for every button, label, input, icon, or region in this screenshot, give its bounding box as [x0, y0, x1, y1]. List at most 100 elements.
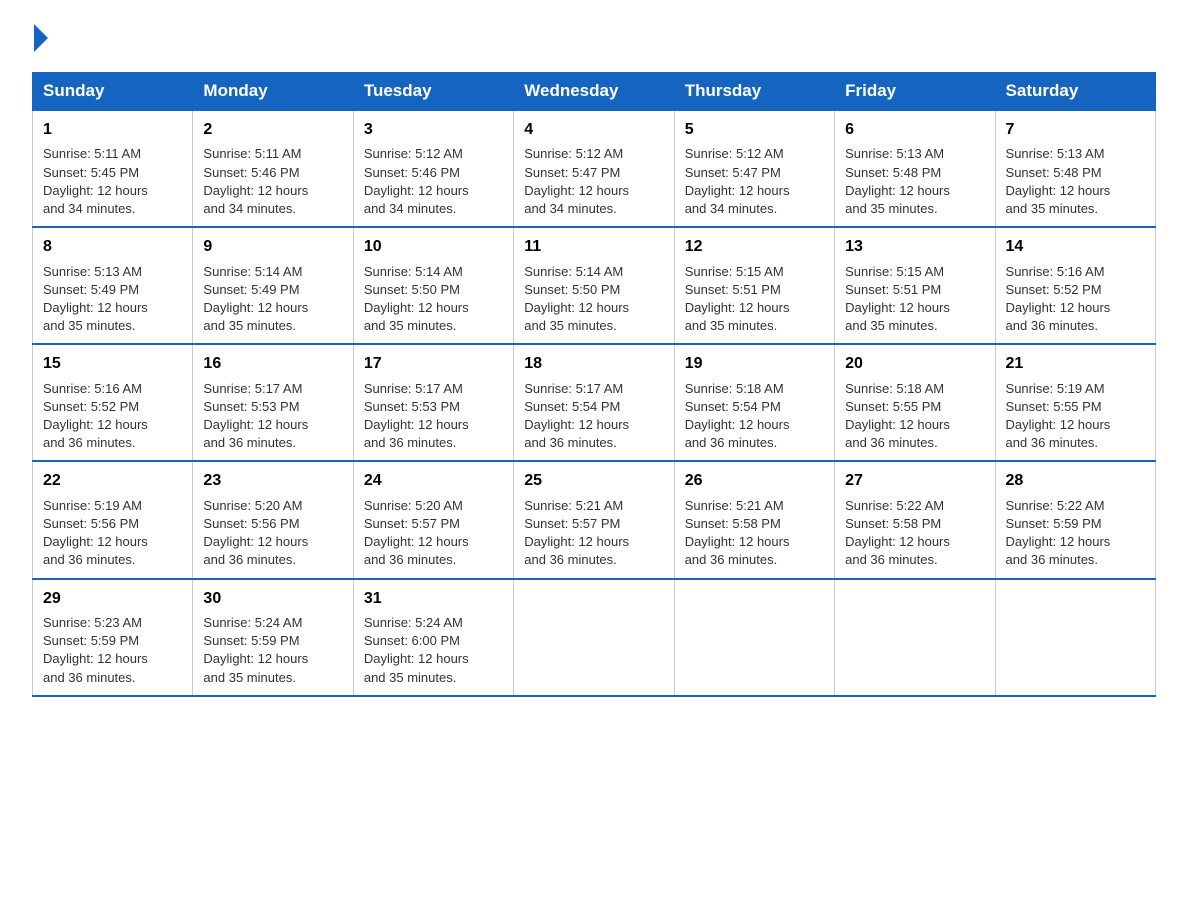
calendar-header-thursday: Thursday — [674, 73, 834, 111]
day-info: Sunrise: 5:17 AMSunset: 5:53 PMDaylight:… — [364, 380, 503, 453]
day-info: Sunrise: 5:13 AMSunset: 5:49 PMDaylight:… — [43, 263, 182, 336]
day-info: Sunrise: 5:16 AMSunset: 5:52 PMDaylight:… — [1006, 263, 1145, 336]
calendar-cell: 15 Sunrise: 5:16 AMSunset: 5:52 PMDaylig… — [33, 344, 193, 461]
day-info: Sunrise: 5:16 AMSunset: 5:52 PMDaylight:… — [43, 380, 182, 453]
day-info: Sunrise: 5:11 AMSunset: 5:45 PMDaylight:… — [43, 145, 182, 218]
day-info: Sunrise: 5:18 AMSunset: 5:55 PMDaylight:… — [845, 380, 984, 453]
day-number: 16 — [203, 353, 342, 375]
calendar-cell: 26 Sunrise: 5:21 AMSunset: 5:58 PMDaylig… — [674, 461, 834, 578]
logo-arrow-icon — [34, 24, 48, 52]
day-info: Sunrise: 5:14 AMSunset: 5:50 PMDaylight:… — [524, 263, 663, 336]
day-info: Sunrise: 5:17 AMSunset: 5:53 PMDaylight:… — [203, 380, 342, 453]
page-header — [32, 24, 1156, 52]
day-info: Sunrise: 5:14 AMSunset: 5:50 PMDaylight:… — [364, 263, 503, 336]
day-number: 31 — [364, 588, 503, 610]
calendar-cell: 22 Sunrise: 5:19 AMSunset: 5:56 PMDaylig… — [33, 461, 193, 578]
day-info: Sunrise: 5:19 AMSunset: 5:56 PMDaylight:… — [43, 497, 182, 570]
day-number: 19 — [685, 353, 824, 375]
calendar-cell: 10 Sunrise: 5:14 AMSunset: 5:50 PMDaylig… — [353, 227, 513, 344]
calendar-cell: 16 Sunrise: 5:17 AMSunset: 5:53 PMDaylig… — [193, 344, 353, 461]
day-number: 29 — [43, 588, 182, 610]
day-number: 17 — [364, 353, 503, 375]
day-number: 8 — [43, 236, 182, 258]
day-number: 15 — [43, 353, 182, 375]
calendar-header-saturday: Saturday — [995, 73, 1155, 111]
calendar-cell: 29 Sunrise: 5:23 AMSunset: 5:59 PMDaylig… — [33, 579, 193, 696]
day-number: 12 — [685, 236, 824, 258]
calendar-header-sunday: Sunday — [33, 73, 193, 111]
day-number: 5 — [685, 119, 824, 141]
day-number: 21 — [1006, 353, 1145, 375]
day-info: Sunrise: 5:24 AMSunset: 6:00 PMDaylight:… — [364, 614, 503, 687]
day-number: 13 — [845, 236, 984, 258]
day-info: Sunrise: 5:21 AMSunset: 5:57 PMDaylight:… — [524, 497, 663, 570]
day-number: 25 — [524, 470, 663, 492]
calendar-week-row: 1 Sunrise: 5:11 AMSunset: 5:45 PMDayligh… — [33, 110, 1156, 227]
calendar-cell: 18 Sunrise: 5:17 AMSunset: 5:54 PMDaylig… — [514, 344, 674, 461]
calendar-table: SundayMondayTuesdayWednesdayThursdayFrid… — [32, 72, 1156, 697]
day-number: 7 — [1006, 119, 1145, 141]
calendar-cell: 6 Sunrise: 5:13 AMSunset: 5:48 PMDayligh… — [835, 110, 995, 227]
day-number: 2 — [203, 119, 342, 141]
calendar-cell: 4 Sunrise: 5:12 AMSunset: 5:47 PMDayligh… — [514, 110, 674, 227]
calendar-cell: 8 Sunrise: 5:13 AMSunset: 5:49 PMDayligh… — [33, 227, 193, 344]
calendar-cell — [995, 579, 1155, 696]
day-number: 18 — [524, 353, 663, 375]
day-number: 6 — [845, 119, 984, 141]
calendar-cell: 3 Sunrise: 5:12 AMSunset: 5:46 PMDayligh… — [353, 110, 513, 227]
day-info: Sunrise: 5:15 AMSunset: 5:51 PMDaylight:… — [685, 263, 824, 336]
calendar-cell: 23 Sunrise: 5:20 AMSunset: 5:56 PMDaylig… — [193, 461, 353, 578]
calendar-cell: 5 Sunrise: 5:12 AMSunset: 5:47 PMDayligh… — [674, 110, 834, 227]
day-number: 26 — [685, 470, 824, 492]
day-number: 11 — [524, 236, 663, 258]
calendar-cell — [514, 579, 674, 696]
calendar-cell: 2 Sunrise: 5:11 AMSunset: 5:46 PMDayligh… — [193, 110, 353, 227]
day-info: Sunrise: 5:12 AMSunset: 5:46 PMDaylight:… — [364, 145, 503, 218]
calendar-cell: 27 Sunrise: 5:22 AMSunset: 5:58 PMDaylig… — [835, 461, 995, 578]
day-info: Sunrise: 5:13 AMSunset: 5:48 PMDaylight:… — [1006, 145, 1145, 218]
calendar-week-row: 15 Sunrise: 5:16 AMSunset: 5:52 PMDaylig… — [33, 344, 1156, 461]
day-info: Sunrise: 5:13 AMSunset: 5:48 PMDaylight:… — [845, 145, 984, 218]
day-number: 9 — [203, 236, 342, 258]
calendar-cell: 7 Sunrise: 5:13 AMSunset: 5:48 PMDayligh… — [995, 110, 1155, 227]
calendar-cell: 13 Sunrise: 5:15 AMSunset: 5:51 PMDaylig… — [835, 227, 995, 344]
day-number: 27 — [845, 470, 984, 492]
day-number: 14 — [1006, 236, 1145, 258]
day-number: 22 — [43, 470, 182, 492]
calendar-cell: 31 Sunrise: 5:24 AMSunset: 6:00 PMDaylig… — [353, 579, 513, 696]
calendar-cell: 12 Sunrise: 5:15 AMSunset: 5:51 PMDaylig… — [674, 227, 834, 344]
calendar-cell: 17 Sunrise: 5:17 AMSunset: 5:53 PMDaylig… — [353, 344, 513, 461]
day-info: Sunrise: 5:11 AMSunset: 5:46 PMDaylight:… — [203, 145, 342, 218]
day-info: Sunrise: 5:23 AMSunset: 5:59 PMDaylight:… — [43, 614, 182, 687]
day-info: Sunrise: 5:21 AMSunset: 5:58 PMDaylight:… — [685, 497, 824, 570]
day-info: Sunrise: 5:24 AMSunset: 5:59 PMDaylight:… — [203, 614, 342, 687]
day-info: Sunrise: 5:15 AMSunset: 5:51 PMDaylight:… — [845, 263, 984, 336]
calendar-header-wednesday: Wednesday — [514, 73, 674, 111]
day-number: 28 — [1006, 470, 1145, 492]
day-info: Sunrise: 5:12 AMSunset: 5:47 PMDaylight:… — [685, 145, 824, 218]
calendar-cell: 28 Sunrise: 5:22 AMSunset: 5:59 PMDaylig… — [995, 461, 1155, 578]
day-number: 24 — [364, 470, 503, 492]
calendar-cell: 14 Sunrise: 5:16 AMSunset: 5:52 PMDaylig… — [995, 227, 1155, 344]
day-info: Sunrise: 5:22 AMSunset: 5:59 PMDaylight:… — [1006, 497, 1145, 570]
calendar-week-row: 29 Sunrise: 5:23 AMSunset: 5:59 PMDaylig… — [33, 579, 1156, 696]
calendar-header-row: SundayMondayTuesdayWednesdayThursdayFrid… — [33, 73, 1156, 111]
calendar-cell: 21 Sunrise: 5:19 AMSunset: 5:55 PMDaylig… — [995, 344, 1155, 461]
calendar-header-friday: Friday — [835, 73, 995, 111]
calendar-week-row: 22 Sunrise: 5:19 AMSunset: 5:56 PMDaylig… — [33, 461, 1156, 578]
calendar-cell: 11 Sunrise: 5:14 AMSunset: 5:50 PMDaylig… — [514, 227, 674, 344]
calendar-cell — [835, 579, 995, 696]
day-number: 3 — [364, 119, 503, 141]
day-number: 30 — [203, 588, 342, 610]
calendar-cell — [674, 579, 834, 696]
calendar-week-row: 8 Sunrise: 5:13 AMSunset: 5:49 PMDayligh… — [33, 227, 1156, 344]
day-info: Sunrise: 5:17 AMSunset: 5:54 PMDaylight:… — [524, 380, 663, 453]
calendar-cell: 9 Sunrise: 5:14 AMSunset: 5:49 PMDayligh… — [193, 227, 353, 344]
calendar-cell: 24 Sunrise: 5:20 AMSunset: 5:57 PMDaylig… — [353, 461, 513, 578]
calendar-header-monday: Monday — [193, 73, 353, 111]
logo — [32, 24, 50, 52]
day-number: 20 — [845, 353, 984, 375]
calendar-header-tuesday: Tuesday — [353, 73, 513, 111]
day-info: Sunrise: 5:18 AMSunset: 5:54 PMDaylight:… — [685, 380, 824, 453]
day-info: Sunrise: 5:12 AMSunset: 5:47 PMDaylight:… — [524, 145, 663, 218]
